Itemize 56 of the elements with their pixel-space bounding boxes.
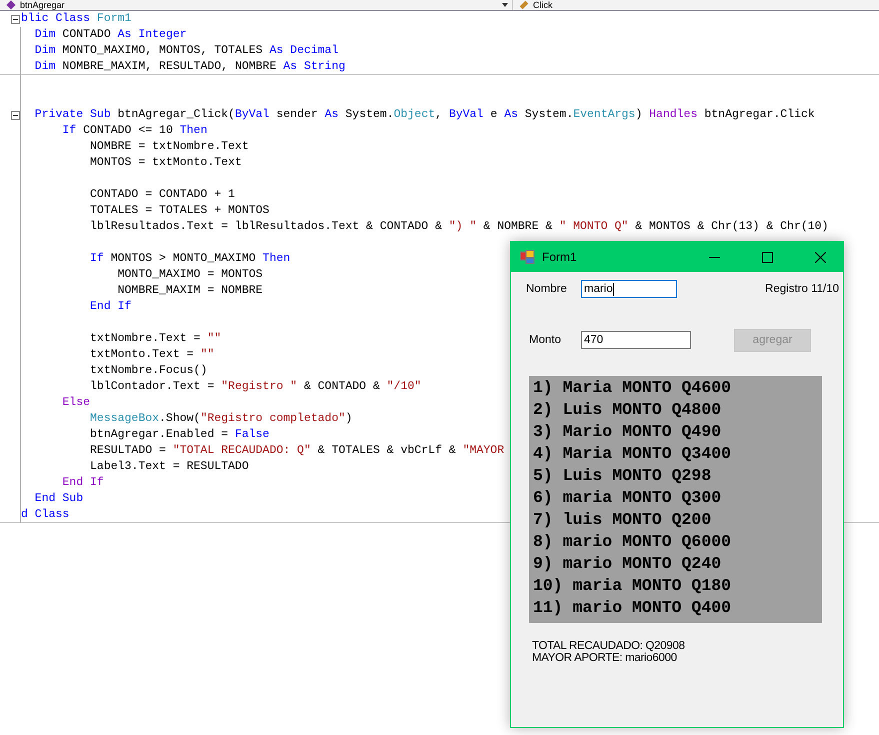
window-title: Form1 (542, 250, 578, 264)
code-line: lblContador.Text = "Registro " & CONTADO & "/10" (89, 379, 422, 395)
amount-field[interactable]: 470 (581, 331, 691, 349)
code-line: lblResultados.Text = lblResultados.Text & CONTADO & ") " & NOMBRE & " MONTO Q" & MONTOS & Chr(13) & Chr(10) (89, 219, 828, 235)
code-line: MONTO_MAXIMO = MONTOS (116, 267, 263, 283)
dropdown-value[interactable]: btnAgregar (20, 0, 65, 10)
code-line: Label3.Text = RESULTADO (89, 459, 249, 475)
code-line: End If (61, 475, 104, 491)
code-line: blic Class Form1 (21, 11, 132, 27)
code-line: txtNombre.Text = "" (89, 331, 222, 347)
close-icon[interactable] (814, 252, 826, 262)
code-line: MessageBox.Show("Registro completado") (89, 411, 352, 427)
form-icon (520, 250, 535, 264)
result-line: 4) Maria MONTO Q3400 (533, 443, 732, 465)
maximize-icon[interactable] (762, 252, 772, 262)
result-line: 10) maria MONTO Q180 (533, 575, 732, 597)
result-line: 7) luis MONTO Q200 (533, 509, 712, 531)
code-line: Dim MONTO_MAXIMO, MONTOS, TOTALES As Decimal (34, 43, 338, 59)
result-line: 1) Maria MONTO Q4600 (533, 377, 732, 399)
counter-label: Registro 11/10 (765, 283, 839, 295)
code-line: NOMBRE = txtNombre.Text (89, 139, 249, 155)
name-field[interactable]: mario (581, 280, 677, 298)
code-line: txtNombre.Focus() (89, 363, 208, 379)
code-line: MONTOS = txtMonto.Text (89, 155, 242, 171)
result-line: 5) Luis MONTO Q298 (533, 465, 712, 487)
code-line: RESULTADO = "TOTAL RECAUDADO: Q" & TOTALES & vbCrLf & "MAYOR (89, 443, 504, 459)
summary-line: TOTAL RECAUDADO: Q20908 (532, 640, 686, 652)
code-line: Private Sub btnAgregar_Click(ByVal sender As System.Object, ByVal e As System.EventArgs) Handles btnAgregar.Click (34, 107, 815, 123)
code-line: d Class (21, 506, 70, 522)
result-line: 3) Mario MONTO Q490 (533, 421, 722, 443)
field-label: Nombre (526, 283, 568, 295)
code-line: Else (61, 395, 90, 411)
caret-icon[interactable] (502, 3, 508, 7)
dropdown-value[interactable]: Click (533, 0, 552, 10)
code-line: btnAgregar.Enabled = False (89, 427, 270, 443)
result-line: 11) mario MONTO Q400 (533, 597, 732, 619)
code-line: End Sub (34, 491, 84, 507)
result-line: 9) mario MONTO Q240 (533, 553, 722, 575)
code-line: TOTALES = TOTALES + MONTOS (89, 203, 270, 219)
result-line: 2) Luis MONTO Q4800 (533, 399, 722, 421)
code-line: If CONTADO <= 10 Then (61, 123, 208, 139)
field-label: Monto (529, 334, 562, 346)
code-line: CONTADO = CONTADO + 1 (89, 187, 235, 203)
summary-line: MAYOR APORTE: mario6000 (532, 652, 678, 664)
collapse-icon[interactable] (11, 110, 20, 120)
code-line: NOMBRE_MAXIM = NOMBRE (116, 283, 263, 299)
code-line: End If (89, 299, 132, 315)
collapse-icon[interactable] (11, 14, 20, 24)
code-line: If MONTOS > MONTO_MAXIMO Then (89, 251, 290, 267)
event-icon (519, 0, 529, 10)
member-icon (6, 0, 16, 10)
code-line: txtMonto.Text = "" (89, 347, 214, 363)
code-line: Dim NOMBRE_MAXIM, RESULTADO, NOMBRE As String (34, 58, 346, 74)
code-line: Dim CONTADO As Integer (34, 27, 187, 43)
result-line: 6) maria MONTO Q300 (533, 487, 722, 509)
result-line: 8) mario MONTO Q6000 (533, 531, 732, 553)
